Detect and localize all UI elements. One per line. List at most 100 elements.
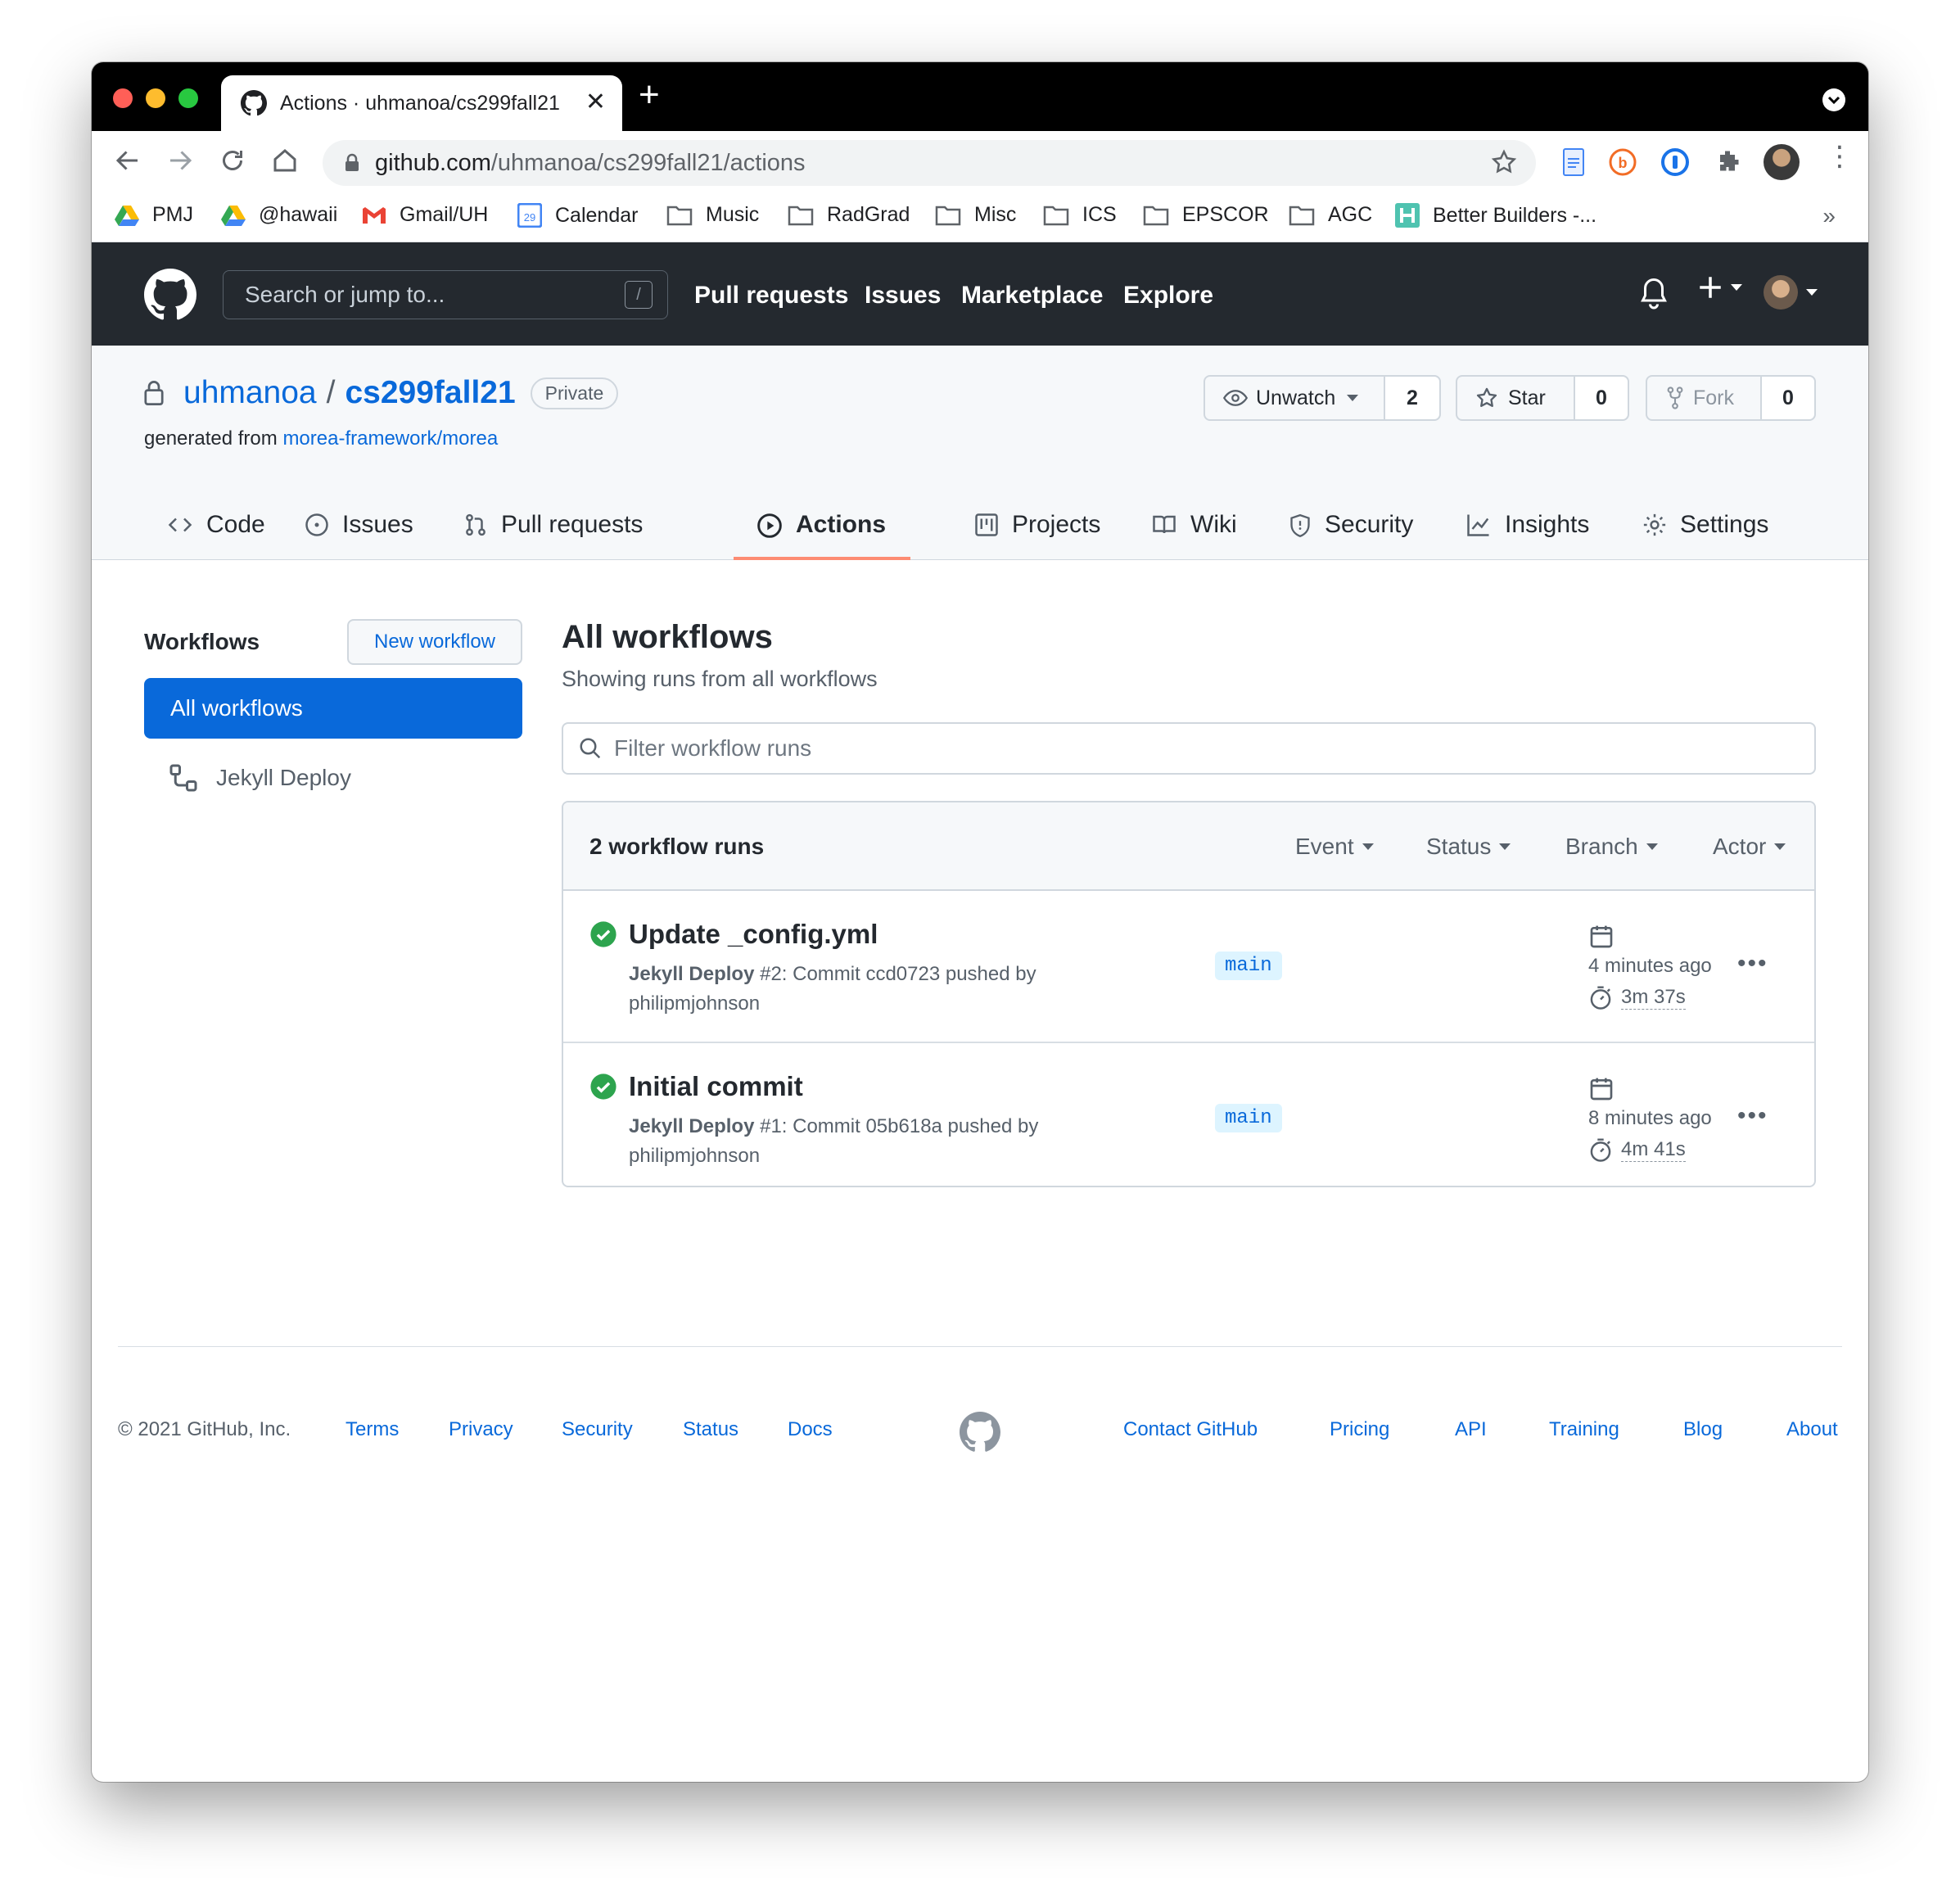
bookmark-folder-music[interactable]: Music <box>666 203 759 227</box>
fork-button[interactable]: Fork <box>1647 377 1762 419</box>
tab-settings[interactable]: Settings <box>1642 506 1768 560</box>
footer-link-security[interactable]: Security <box>562 1418 633 1441</box>
github-logo-icon[interactable] <box>144 269 196 321</box>
status-filter-dropdown[interactable]: Status <box>1426 834 1511 860</box>
tab-actions[interactable]: Actions <box>734 506 911 560</box>
profile-avatar[interactable] <box>1764 144 1800 180</box>
watchers-count[interactable]: 2 <box>1385 377 1439 419</box>
branch-filter-dropdown[interactable]: Branch <box>1565 834 1658 860</box>
footer-link-blog[interactable]: Blog <box>1683 1418 1723 1441</box>
bookmark-hawaii[interactable]: @hawaii <box>221 203 337 227</box>
close-tab-icon[interactable]: ✕ <box>585 90 606 115</box>
branch-label[interactable]: main <box>1215 1104 1282 1132</box>
repo-owner-link[interactable]: uhmanoa <box>183 375 317 411</box>
check-circle-fill-icon <box>590 921 616 947</box>
repo-path-separator: / <box>326 375 336 410</box>
generated-from: generated from morea-framework/morea <box>144 427 499 450</box>
new-tab-button[interactable]: + <box>639 77 660 113</box>
search-icon <box>580 738 601 759</box>
github-header: Search or jump to... / Pull requests Iss… <box>92 242 1868 346</box>
footer-link-privacy[interactable]: Privacy <box>449 1418 513 1441</box>
user-menu-dropdown[interactable] <box>1764 275 1818 310</box>
browser-tab-active[interactable]: Actions · uhmanoa/cs299fall21 ✕ <box>221 75 622 131</box>
tab-issues[interactable]: Issues <box>305 506 413 560</box>
run-title-link[interactable]: Update _config.yml <box>629 919 878 950</box>
bookmark-folder-ics[interactable]: ICS <box>1043 203 1117 227</box>
footer-link-pricing[interactable]: Pricing <box>1330 1418 1389 1441</box>
tab-code[interactable]: Code <box>167 506 265 560</box>
search-input[interactable]: Search or jump to... / <box>223 270 668 319</box>
extensions-puzzle-icon[interactable] <box>1713 147 1742 177</box>
password-manager-icon[interactable] <box>1660 147 1690 177</box>
nav-marketplace[interactable]: Marketplace <box>961 282 1103 310</box>
nav-explore[interactable]: Explore <box>1123 282 1213 310</box>
bookmark-star-icon[interactable] <box>1490 148 1518 176</box>
footer-link-terms[interactable]: Terms <box>345 1418 399 1441</box>
run-options-kebab-icon[interactable]: ••• <box>1737 950 1768 978</box>
bell-icon[interactable] <box>1639 277 1669 310</box>
plus-icon <box>1700 277 1721 298</box>
browser-menu-icon[interactable]: ⋮ <box>1826 142 1854 170</box>
new-workflow-button[interactable]: New workflow <box>347 619 522 665</box>
book-icon <box>1153 515 1176 534</box>
footer-link-training[interactable]: Training <box>1549 1418 1619 1441</box>
bookmark-pmj[interactable]: PMJ <box>115 203 193 227</box>
reload-icon[interactable] <box>218 146 247 175</box>
gmail-icon <box>363 206 386 224</box>
filter-workflow-runs-input[interactable] <box>614 735 1760 762</box>
docs-extension-icon[interactable] <box>1559 147 1588 177</box>
tab-insights[interactable]: Insights <box>1465 506 1589 560</box>
footer-link-docs[interactable]: Docs <box>788 1418 833 1441</box>
footer-link-contact-github[interactable]: Contact GitHub <box>1123 1418 1258 1441</box>
honey-extension-icon[interactable]: b <box>1608 147 1637 177</box>
bookmark-calendar[interactable]: 29 Calendar <box>517 203 638 228</box>
forks-count[interactable]: 0 <box>1762 377 1814 419</box>
run-meta: Jekyll Deploy #1: Commit 05b618a pushed … <box>629 1115 1039 1167</box>
forward-arrow-icon[interactable] <box>165 146 195 175</box>
workflow-icon <box>169 764 197 792</box>
close-window-button[interactable] <box>113 88 133 108</box>
caret-down-icon <box>1646 843 1658 850</box>
zoom-window-button[interactable] <box>178 88 198 108</box>
bookmark-folder-misc[interactable]: Misc <box>935 203 1016 227</box>
star-button[interactable]: Star <box>1457 377 1575 419</box>
nav-issues[interactable]: Issues <box>865 282 941 310</box>
tab-security[interactable]: Security <box>1289 506 1413 560</box>
tab-pull-requests[interactable]: Pull requests <box>463 506 643 560</box>
footer-link-about[interactable]: About <box>1786 1418 1838 1441</box>
template-repo-link[interactable]: morea-framework/morea <box>282 427 498 450</box>
bookmark-folder-agc[interactable]: AGC <box>1289 203 1372 227</box>
run-title-link[interactable]: Initial commit <box>629 1071 803 1102</box>
actor-filter-dropdown[interactable]: Actor <box>1713 834 1786 860</box>
footer-link-status[interactable]: Status <box>683 1418 738 1441</box>
minimize-window-button[interactable] <box>146 88 165 108</box>
address-bar[interactable]: github.com/uhmanoa/cs299fall21/actions <box>323 140 1536 186</box>
branch-label[interactable]: main <box>1215 952 1282 980</box>
run-options-kebab-icon[interactable]: ••• <box>1737 1102 1768 1130</box>
folder-icon <box>666 206 693 225</box>
github-favicon-icon <box>241 90 267 116</box>
home-icon[interactable] <box>270 146 300 175</box>
unwatch-button[interactable]: Unwatch <box>1205 377 1385 419</box>
event-filter-dropdown[interactable]: Event <box>1295 834 1374 860</box>
more-bookmarks-chevron-icon[interactable]: » <box>1822 203 1836 229</box>
workflow-run-row[interactable]: Initial commit Jekyll Deploy #1: Commit … <box>563 1042 1814 1186</box>
stars-count[interactable]: 0 <box>1575 377 1628 419</box>
repo-name-link[interactable]: cs299fall21 <box>345 375 515 411</box>
footer-link-api[interactable]: API <box>1455 1418 1487 1441</box>
sidebar-item-all-workflows[interactable]: All workflows <box>144 678 522 739</box>
workflow-run-row[interactable]: Update _config.yml Jekyll Deploy #2: Com… <box>563 891 1814 1042</box>
url-text: github.com/uhmanoa/cs299fall21/actions <box>375 149 806 176</box>
bookmark-folder-radgrad[interactable]: RadGrad <box>788 203 910 227</box>
tab-wiki[interactable]: Wiki <box>1151 506 1237 560</box>
back-arrow-icon[interactable] <box>113 146 142 175</box>
bookmark-gmail[interactable]: Gmail/UH <box>362 203 488 227</box>
tab-projects[interactable]: Projects <box>974 506 1100 560</box>
github-mark-icon[interactable] <box>960 1412 1000 1453</box>
bookmark-better-builders[interactable]: Better Builders -... <box>1395 203 1596 228</box>
create-new-dropdown[interactable] <box>1696 273 1742 301</box>
bookmark-folder-epscor[interactable]: EPSCOR <box>1143 203 1269 227</box>
tab-search-button[interactable] <box>1822 88 1845 111</box>
nav-pull-requests[interactable]: Pull requests <box>694 282 848 310</box>
sidebar-item-jekyll-deploy[interactable]: Jekyll Deploy <box>169 763 351 793</box>
